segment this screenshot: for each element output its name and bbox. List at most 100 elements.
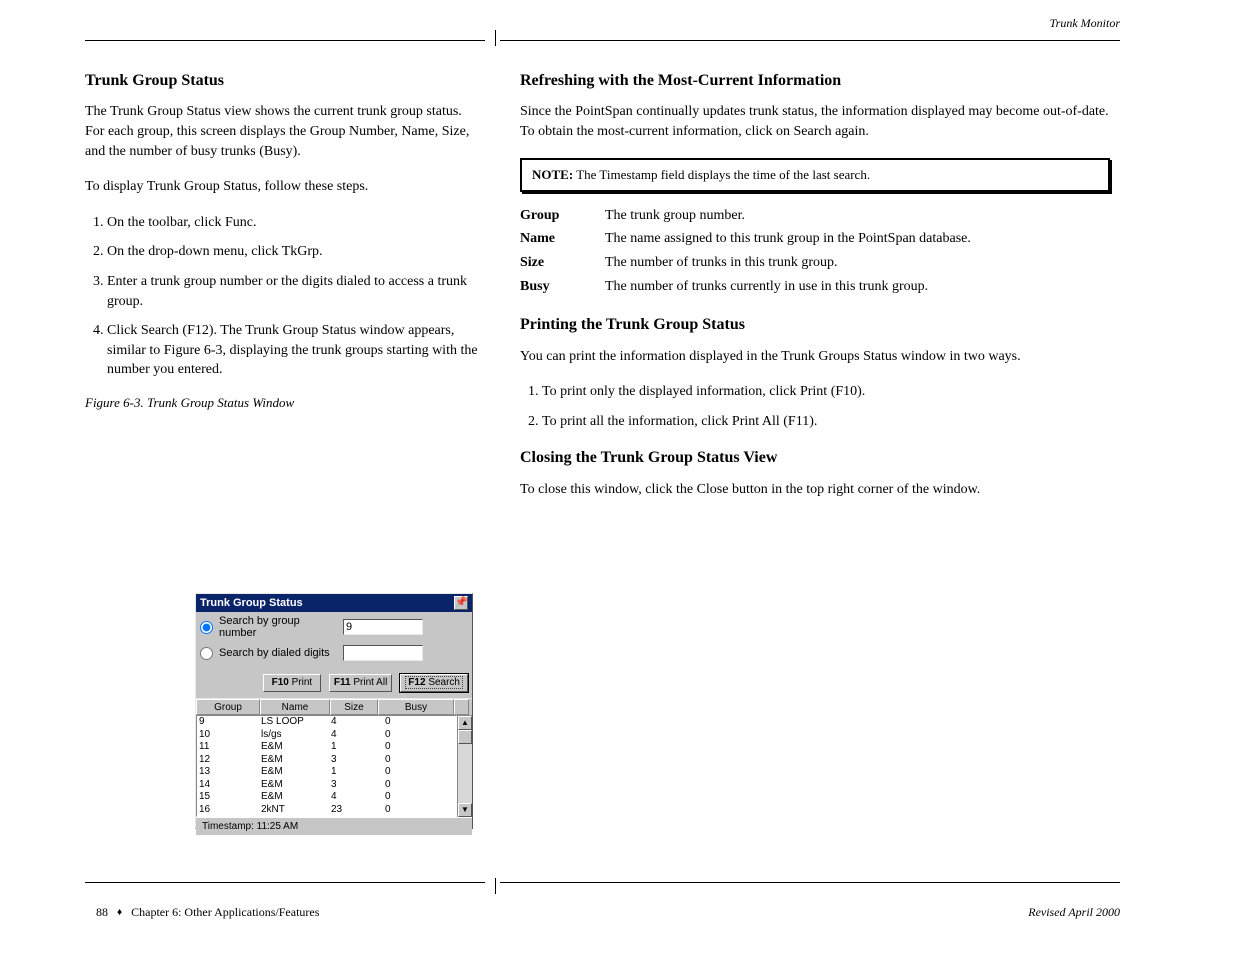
dialog-status-bar: Timestamp: 11:25 AM	[196, 817, 472, 835]
left-column: Trunk Group Status The Trunk Group Statu…	[85, 70, 480, 428]
cell-group: 11	[197, 741, 259, 754]
scroll-up-icon[interactable]: ▲	[458, 716, 472, 730]
footer-diamond: ♦	[117, 907, 122, 918]
column-header-size[interactable]: Size	[330, 699, 378, 715]
cell-name: E&M	[259, 741, 329, 754]
dialog-title-text: Trunk Group Status	[200, 594, 303, 612]
field-desc: The trunk group number.	[605, 206, 1110, 226]
cell-group: 10	[197, 729, 259, 742]
radio-label-group-number: Search by group number	[219, 615, 337, 639]
left-step-2: On the drop-down menu, click TkGrp.	[107, 242, 480, 262]
table-row[interactable]: 13E&M10	[197, 766, 456, 779]
print-all-button[interactable]: F11 Print All	[329, 674, 392, 692]
footer-right: Revised April 2000	[1028, 905, 1120, 920]
cell-size: 4	[329, 729, 377, 742]
cell-group: 13	[197, 766, 259, 779]
heading-printing: Printing the Trunk Group Status	[520, 314, 1110, 336]
cell-name: E&M	[259, 791, 329, 804]
table-row[interactable]: 12E&M30	[197, 754, 456, 767]
print-button[interactable]: F10 Print	[263, 674, 321, 692]
field-name: Name	[520, 229, 605, 249]
search-button[interactable]: F12 Search	[400, 674, 468, 692]
right-paragraph-1: Since the PointSpan continually updates …	[520, 102, 1110, 141]
cell-group: 16	[197, 804, 259, 817]
radio-search-by-dialed-digits[interactable]	[200, 647, 213, 660]
rule-bottom-left	[85, 882, 485, 883]
scroll-down-icon[interactable]: ▼	[458, 803, 472, 817]
radio-row-group-number: Search by group number 9	[200, 618, 468, 636]
input-dialed-digits[interactable]	[343, 645, 423, 661]
trunk-group-status-dialog: Trunk Group Status 📌 Search by group num…	[195, 593, 473, 829]
table-row[interactable]: 10ls/gs40	[197, 729, 456, 742]
note-label: NOTE:	[532, 167, 573, 182]
cell-group: 9	[197, 716, 259, 729]
figure-caption: Figure 6-3. Trunk Group Status Window	[85, 394, 480, 412]
footer-left: 88 ♦ Chapter 6: Other Applications/Featu…	[96, 905, 319, 920]
scroll-thumb[interactable]	[458, 730, 472, 744]
column-header-name[interactable]: Name	[260, 699, 330, 715]
field-name: Busy	[520, 277, 605, 297]
scroll-track[interactable]	[458, 744, 472, 803]
rule-vert-bottom	[495, 878, 496, 894]
rule-top-left	[85, 40, 485, 41]
table-row[interactable]: 162kNT230	[197, 804, 456, 817]
cell-size: 23	[329, 804, 377, 817]
cell-name: E&M	[259, 766, 329, 779]
field-row-busy: Busy The number of trunks currently in u…	[520, 277, 1110, 297]
field-desc: The number of trunks currently in use in…	[605, 277, 1110, 297]
cell-size: 1	[329, 766, 377, 779]
left-steps-list: On the toolbar, click Func. On the drop-…	[85, 213, 480, 380]
cell-size: 3	[329, 779, 377, 792]
left-paragraph-2: To display Trunk Group Status, follow th…	[85, 177, 480, 197]
dialog-title-bar: Trunk Group Status 📌	[196, 594, 472, 612]
pin-icon[interactable]: 📌	[454, 596, 468, 610]
left-step-3: Enter a trunk group number or the digits…	[107, 272, 480, 311]
heading-closing: Closing the Trunk Group Status View	[520, 447, 1110, 469]
cell-busy: 0	[377, 766, 437, 779]
table-row[interactable]: 15E&M40	[197, 791, 456, 804]
column-header-busy[interactable]: Busy	[378, 699, 454, 715]
table-row[interactable]: 14E&M30	[197, 779, 456, 792]
left-paragraph-1: The Trunk Group Status view shows the cu…	[85, 102, 480, 161]
field-row-name: Name The name assigned to this trunk gro…	[520, 229, 1110, 249]
print-step-2: To print all the information, click Prin…	[542, 412, 1110, 432]
print-all-fkey: F11	[334, 677, 351, 688]
fields-block: Group The trunk group number. Name The n…	[520, 206, 1110, 296]
cell-size: 3	[329, 754, 377, 767]
print-intro: You can print the information displayed …	[520, 347, 1110, 367]
table-row[interactable]: 11E&M10	[197, 741, 456, 754]
dialog-scrollbar[interactable]: ▲ ▼	[457, 715, 472, 817]
print-fkey: F10	[272, 677, 289, 688]
cell-busy: 0	[377, 729, 437, 742]
table-row[interactable]: 9LS LOOP40	[197, 716, 456, 729]
close-paragraph: To close this window, click the Close bu…	[520, 480, 1110, 500]
rule-top-right	[500, 40, 1120, 41]
column-header-group[interactable]: Group	[196, 699, 260, 715]
cell-name: 2kNT	[259, 804, 329, 817]
cell-size: 4	[329, 716, 377, 729]
radio-search-by-group-number[interactable]	[200, 621, 213, 634]
field-name: Size	[520, 253, 605, 273]
left-step-1: On the toolbar, click Func.	[107, 213, 480, 233]
cell-size: 4	[329, 791, 377, 804]
cell-group: 14	[197, 779, 259, 792]
dialog-table-body: 9LS LOOP40 10ls/gs40 11E&M10 12E&M30 13E…	[196, 715, 472, 817]
field-desc: The name assigned to this trunk group in…	[605, 229, 1110, 249]
radio-label-dialed-digits: Search by dialed digits	[219, 647, 337, 659]
dialog-button-row: F10 Print F11 Print All F12 Search	[196, 670, 472, 698]
heading-refreshing: Refreshing with the Most-Current Informa…	[520, 70, 1110, 92]
field-row-size: Size The number of trunks in this trunk …	[520, 253, 1110, 273]
dialog-rows: 9LS LOOP40 10ls/gs40 11E&M10 12E&M30 13E…	[196, 715, 457, 817]
rule-vert-top	[495, 30, 496, 46]
cell-group: 12	[197, 754, 259, 767]
cell-busy: 0	[377, 754, 437, 767]
input-group-number[interactable]: 9	[343, 619, 423, 635]
column-header-scroll-spacer	[454, 699, 469, 715]
cell-busy: 0	[377, 804, 437, 817]
search-fkey: F12	[408, 677, 425, 688]
rule-bottom-right	[500, 882, 1120, 883]
cell-name: E&M	[259, 779, 329, 792]
left-step-4: Click Search (F12). The Trunk Group Stat…	[107, 321, 480, 380]
page-number: 88	[96, 905, 108, 919]
cell-name: ls/gs	[259, 729, 329, 742]
